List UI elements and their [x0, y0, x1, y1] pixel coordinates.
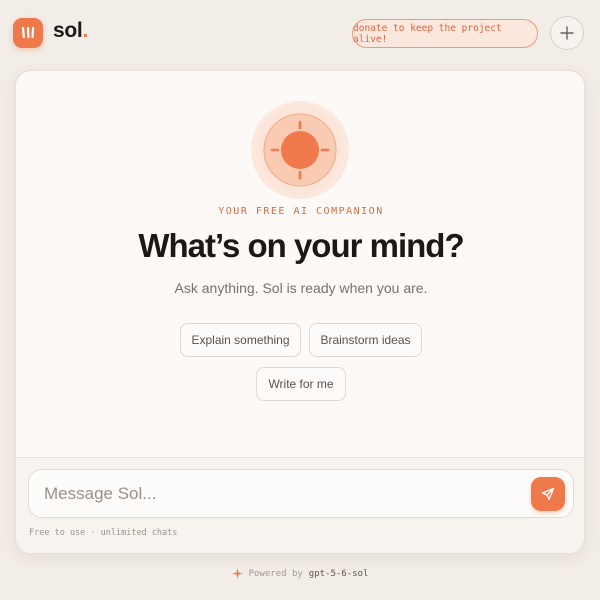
- suggestion-brainstorm-ideas[interactable]: Brainstorm ideas: [309, 323, 422, 357]
- three-bars-icon: [21, 26, 35, 39]
- send-icon: [541, 487, 555, 501]
- page-title: What’s on your mind?: [138, 227, 464, 264]
- sun-badge: [251, 101, 349, 199]
- message-input[interactable]: [44, 470, 514, 517]
- chat-card: YOUR FREE AI COMPANION What’s on your mi…: [15, 70, 585, 554]
- donate-button[interactable]: donate to keep the project alive!: [352, 19, 538, 48]
- model-name: gpt-5-6-sol: [308, 568, 369, 579]
- brand-dot: .: [82, 19, 88, 42]
- new-chat-button[interactable]: [550, 16, 584, 50]
- top-bar: sol. donate to keep the project alive!: [0, 0, 600, 70]
- suggestion-explain-something[interactable]: Explain something: [180, 323, 301, 357]
- sparkle-icon: [231, 568, 243, 579]
- message-composer: [28, 469, 574, 518]
- usage-note: Free to use · unlimited chats: [29, 528, 178, 538]
- sun-icon: [263, 113, 337, 187]
- send-button[interactable]: [531, 477, 565, 511]
- eyebrow-label: YOUR FREE AI COMPANION: [218, 206, 384, 217]
- logo[interactable]: [13, 18, 43, 48]
- powered-by-prefix: Powered by: [248, 568, 303, 579]
- brand-name-text: sol: [53, 19, 83, 42]
- brand-name: sol.: [53, 19, 88, 43]
- subtitle: Ask anything. Sol is ready when you are.: [174, 280, 428, 296]
- plus-icon: [560, 26, 574, 40]
- powered-by: Powered by gpt-5-6-sol: [0, 568, 600, 579]
- suggestion-write-for-me[interactable]: Write for me: [256, 367, 346, 401]
